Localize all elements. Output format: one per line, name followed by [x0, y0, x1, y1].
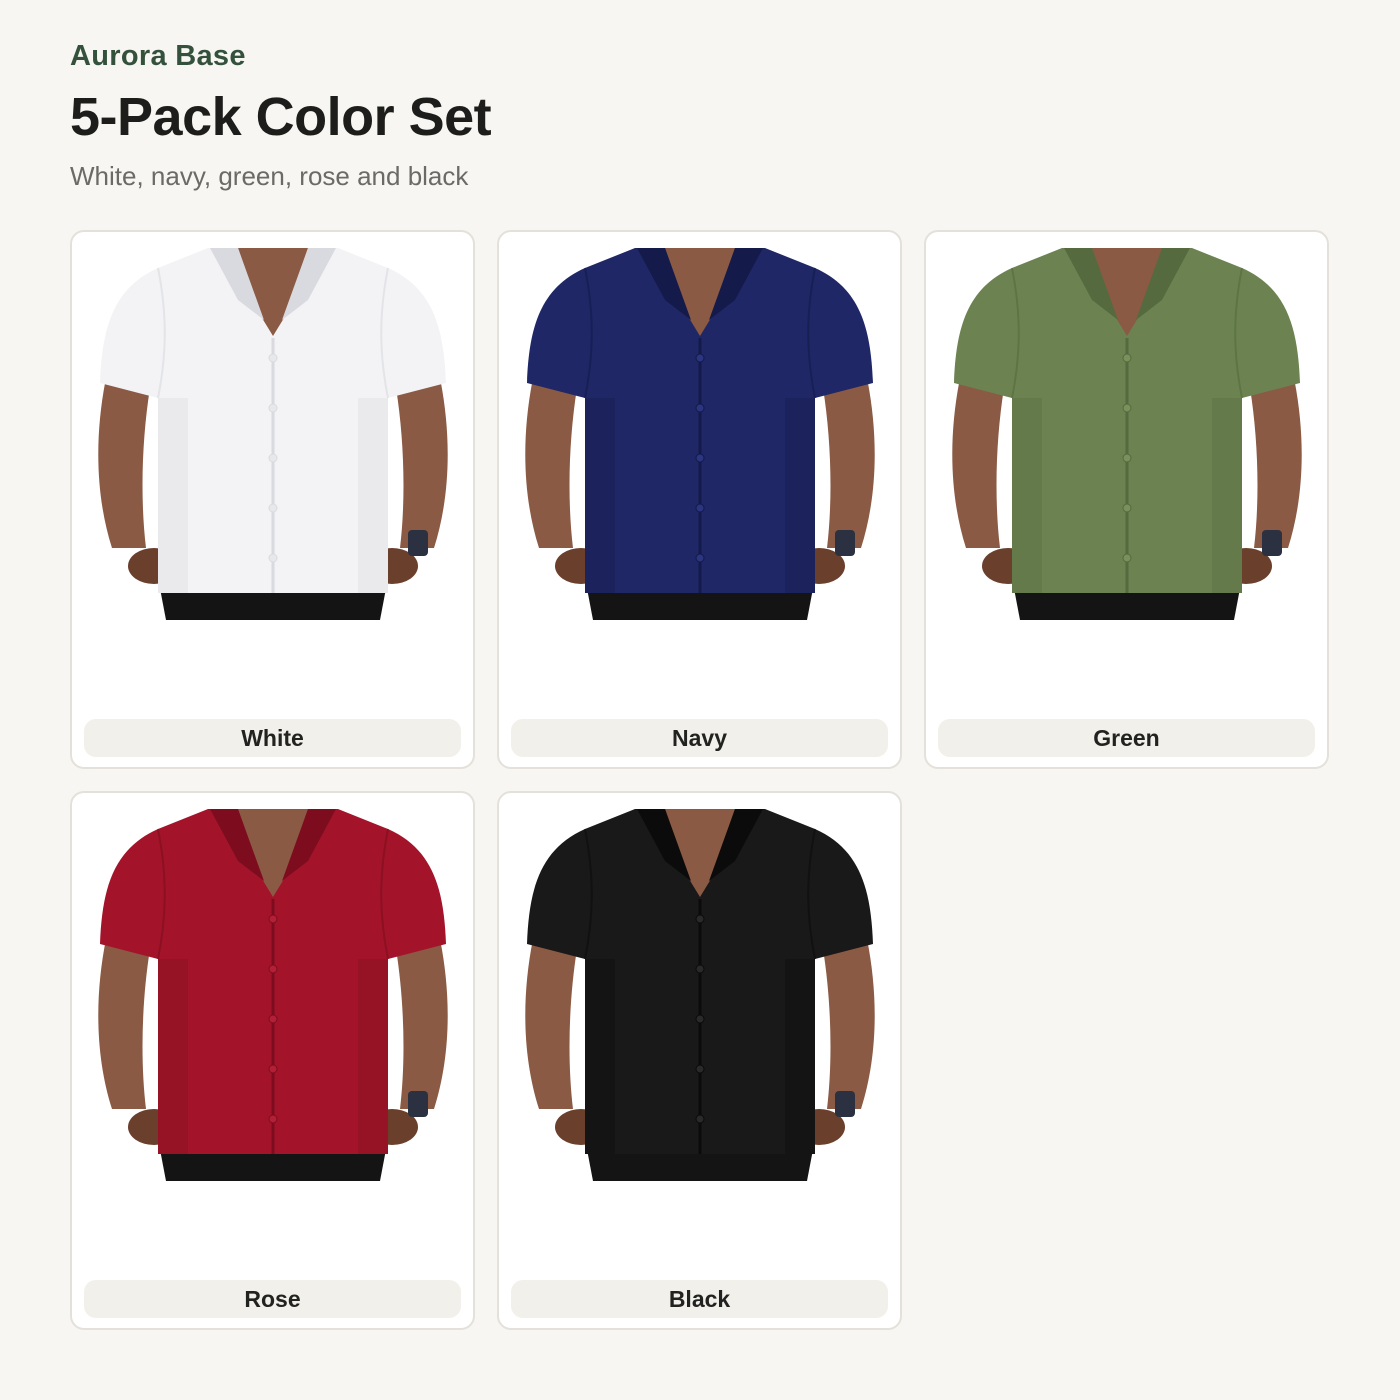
variant-card-navy[interactable]: Navy: [497, 230, 902, 769]
variant-label-pill: Navy: [511, 719, 888, 757]
shirt-button: [1122, 453, 1132, 463]
watch: [835, 530, 855, 556]
shirt-button: [695, 453, 705, 463]
shirt-button: [695, 403, 705, 413]
shirt-shade-right: [785, 398, 815, 593]
page-subtitle: White, navy, green, rose and black: [70, 161, 469, 191]
left-arm: [525, 939, 577, 1109]
shirt-button: [695, 914, 705, 924]
color-variant-grid: White Navy Green Rose Black: [70, 230, 1330, 1330]
shirt-shade-right: [358, 959, 388, 1154]
shirt-illustration: [98, 248, 448, 620]
shirt-button: [268, 1064, 278, 1074]
watch: [408, 530, 428, 556]
shirt-shade-left: [585, 398, 615, 593]
shirt-button: [268, 1014, 278, 1024]
watch: [1262, 530, 1282, 556]
variant-card-white[interactable]: White: [70, 230, 475, 769]
shirt-button: [268, 353, 278, 363]
variant-card-green[interactable]: Green: [924, 230, 1329, 769]
variant-label-pill: Black: [511, 1280, 888, 1318]
shirt-button: [268, 964, 278, 974]
variant-label: Navy: [672, 724, 727, 751]
right-arm: [823, 939, 875, 1109]
shirt-button: [695, 1014, 705, 1024]
shirt-shade-right: [1212, 398, 1242, 593]
shirt-button: [695, 553, 705, 563]
right-arm: [396, 939, 448, 1109]
variant-card-rose[interactable]: Rose: [70, 791, 475, 1330]
shirt-shade-right: [785, 959, 815, 1154]
shirt-button: [268, 1114, 278, 1124]
shirt-button: [695, 964, 705, 974]
shirt-illustration: [952, 248, 1302, 620]
variant-label: Black: [668, 1285, 731, 1312]
variant-label: Green: [1093, 724, 1160, 751]
shirt-button: [695, 1064, 705, 1074]
shirt-button: [268, 914, 278, 924]
shirt-button: [268, 503, 278, 513]
shirt-shade-right: [358, 398, 388, 593]
shirt-shade-left: [158, 959, 188, 1154]
shirt-button: [695, 353, 705, 363]
left-arm: [98, 939, 150, 1109]
variant-card-black[interactable]: Black: [497, 791, 902, 1330]
left-arm: [952, 378, 1004, 548]
right-arm: [396, 378, 448, 548]
shirt-shade-left: [585, 959, 615, 1154]
shirt-button: [1122, 403, 1132, 413]
shirt-button: [695, 1114, 705, 1124]
shirt-photo: [88, 809, 458, 1181]
shirt-photo: [515, 809, 885, 1181]
variant-label-pill: White: [84, 719, 461, 757]
shirt-button: [1122, 553, 1132, 563]
variant-label-pill: Rose: [84, 1280, 461, 1318]
shirt-illustration: [525, 248, 875, 620]
right-arm: [1250, 378, 1302, 548]
right-arm: [823, 378, 875, 548]
variant-label: White: [241, 724, 304, 751]
shirt-photo: [88, 248, 458, 620]
brand-name: Aurora Base: [70, 40, 246, 72]
shirt-button: [268, 403, 278, 413]
shirt-button: [1122, 503, 1132, 513]
shirt-button: [1122, 353, 1132, 363]
shirt-photo: [515, 248, 885, 620]
shirt-illustration: [98, 809, 448, 1181]
shirt-illustration: [525, 809, 875, 1181]
shirt-button: [695, 503, 705, 513]
left-arm: [525, 378, 577, 548]
product-color-set-page: Aurora Base 5-Pack Color Set White, navy…: [0, 0, 1400, 1400]
variant-label-pill: Green: [938, 719, 1315, 757]
shirt-button: [268, 453, 278, 463]
watch: [835, 1091, 855, 1117]
left-arm: [98, 378, 150, 548]
page-title: 5-Pack Color Set: [70, 87, 492, 147]
variant-label: Rose: [244, 1285, 301, 1312]
shirt-shade-left: [1012, 398, 1042, 593]
watch: [408, 1091, 428, 1117]
shirt-button: [268, 553, 278, 563]
shirt-shade-left: [158, 398, 188, 593]
shirt-photo: [942, 248, 1312, 620]
